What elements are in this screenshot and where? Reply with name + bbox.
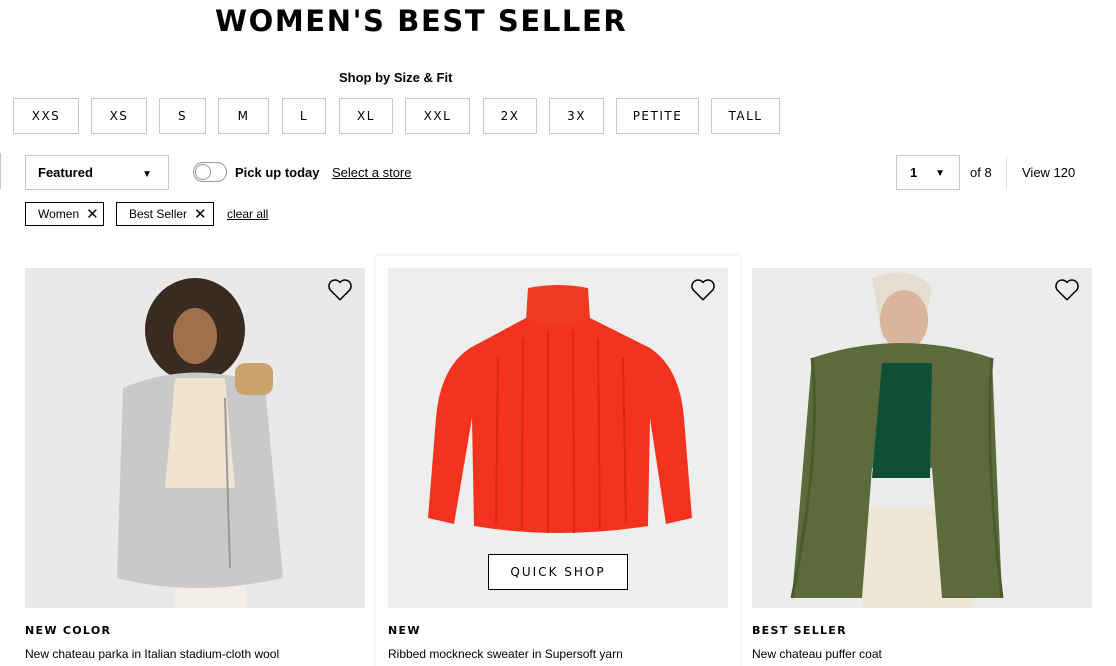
product-badge: BEST SELLER [752, 624, 847, 637]
product-name[interactable]: New chateau parka in Italian stadium-clo… [25, 647, 365, 661]
size-button-l[interactable]: L [282, 98, 326, 134]
product-image[interactable] [752, 268, 1092, 608]
size-button-xxl[interactable]: XXL [405, 98, 470, 134]
size-filter-heading: Shop by Size & Fit [339, 70, 453, 85]
filter-chip-women[interactable]: Women ✕ [25, 202, 104, 226]
close-icon[interactable]: ✕ [194, 207, 207, 222]
heart-outline-icon[interactable] [1054, 278, 1080, 302]
product-card[interactable]: QUICK SHOP NEW Ribbed mockneck sweater i… [388, 268, 728, 661]
caret-down-icon: ▼ [142, 169, 152, 180]
product-badge: NEW [388, 624, 421, 637]
page-dropdown[interactable]: 1 ▼ [896, 155, 960, 190]
quick-shop-button[interactable]: QUICK SHOP [488, 554, 628, 590]
size-button-s[interactable]: S [159, 98, 206, 134]
size-button-xxs[interactable]: XXS [13, 98, 79, 134]
filter-chip-best-seller[interactable]: Best Seller ✕ [116, 202, 214, 226]
size-button-m[interactable]: M [218, 98, 269, 134]
divider [1006, 157, 1007, 189]
page-dropdown-value: 1 [910, 165, 918, 180]
page-count: of 8 [970, 165, 992, 180]
product-image-graphic [752, 268, 1092, 608]
product-image[interactable]: QUICK SHOP [388, 268, 728, 608]
toggle-knob [195, 164, 211, 180]
size-button-3x[interactable]: 3X [549, 98, 604, 134]
caret-down-icon: ▼ [935, 168, 945, 179]
product-badge: NEW COLOR [25, 624, 112, 637]
view-count-link[interactable]: View 120 [1022, 165, 1075, 180]
product-card[interactable]: BEST SELLER New chateau puffer coat [752, 268, 1092, 661]
size-button-petite[interactable]: PETITE [616, 98, 699, 134]
sort-dropdown[interactable]: Featured ▼ [25, 155, 169, 190]
filter-chip-label: Women [38, 207, 80, 221]
close-icon[interactable]: ✕ [86, 207, 99, 222]
sort-dropdown-value: Featured [38, 165, 93, 180]
pickup-toggle[interactable] [193, 162, 227, 182]
divider [0, 153, 1, 189]
heart-outline-icon[interactable] [690, 278, 716, 302]
size-button-2x[interactable]: 2X [483, 98, 537, 134]
filter-chip-label: Best Seller [129, 207, 188, 221]
size-button-tall[interactable]: TALL [711, 98, 780, 134]
size-button-xl[interactable]: XL [339, 98, 393, 134]
product-name[interactable]: Ribbed mockneck sweater in Supersoft yar… [388, 647, 728, 661]
heart-outline-icon[interactable] [327, 278, 353, 302]
product-image[interactable] [25, 268, 365, 608]
size-button-xs[interactable]: XS [91, 98, 147, 134]
page-title: WOMEN'S BEST SELLER [215, 4, 628, 38]
product-image-graphic [25, 268, 365, 608]
clear-all-link[interactable]: clear all [227, 207, 268, 221]
pickup-label: Pick up today [235, 165, 320, 180]
product-card[interactable]: NEW COLOR New chateau parka in Italian s… [25, 268, 365, 661]
product-name[interactable]: New chateau puffer coat [752, 647, 1092, 661]
select-store-link[interactable]: Select a store [332, 165, 412, 180]
